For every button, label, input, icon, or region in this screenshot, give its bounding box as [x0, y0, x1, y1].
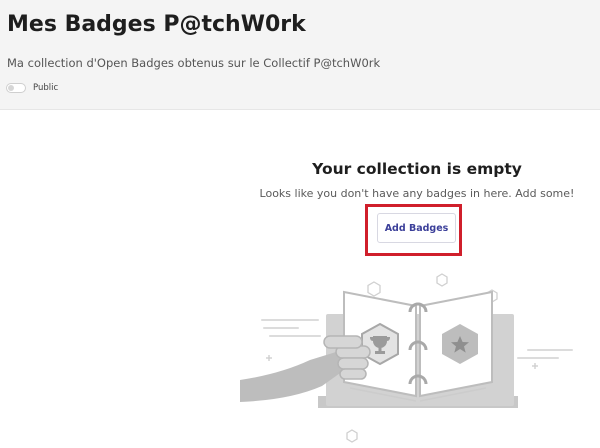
trophy-badge [361, 322, 399, 366]
empty-collection-illustration [240, 273, 573, 443]
page-header: Mes Badges P@tchW0rk Ma collection d'Ope… [0, 0, 600, 110]
toggle-knob [8, 85, 14, 91]
public-toggle-row: Public [6, 81, 58, 95]
empty-state-text: Looks like you don't have any badges in … [259, 187, 575, 200]
page-title: Mes Badges P@tchW0rk [7, 12, 306, 37]
public-toggle[interactable] [6, 83, 26, 93]
empty-state-title: Your collection is empty [312, 160, 522, 178]
page-subtitle: Ma collection d'Open Badges obtenus sur … [7, 56, 381, 70]
add-badges-button[interactable]: Add Badges [377, 213, 456, 243]
public-toggle-label: Public [33, 83, 59, 93]
